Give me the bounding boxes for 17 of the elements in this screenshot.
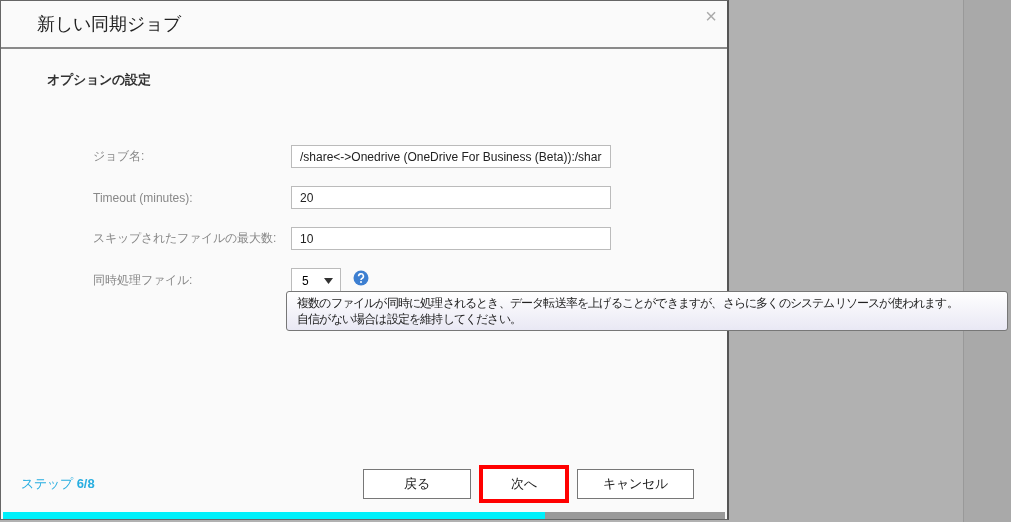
dialog-title: 新しい同期ジョブ bbox=[37, 13, 181, 36]
text-field[interactable]: 20 bbox=[291, 186, 611, 209]
field-label: 同時処理ファイル: bbox=[93, 272, 194, 289]
text-field[interactable]: /share<->Onedrive (OneDrive For Business (Beta)):/shar bbox=[291, 145, 611, 168]
caret-icon bbox=[324, 277, 333, 284]
field-label: スキップされたファイルの最大数: bbox=[93, 230, 278, 247]
field-label: Timeout (minutes): bbox=[93, 190, 194, 205]
dialog-button[interactable]: 次へ bbox=[479, 465, 569, 503]
dropdown[interactable]: 5 bbox=[291, 268, 341, 293]
step-indicator: ステップ 6/8 bbox=[21, 475, 95, 493]
text-field[interactable]: 10 bbox=[291, 227, 611, 250]
dialog-button[interactable]: 戻る bbox=[363, 469, 471, 499]
field-label: ジョブ名: bbox=[93, 148, 146, 165]
dialog-button[interactable]: キャンセル bbox=[577, 469, 694, 499]
tooltip: 複数のファイルが同時に処理されるとき、データ転送率を上げることができますが、さらに多くのシステムリソースが使われます。 自信がない場合は設定を維持してください。 bbox=[286, 291, 1008, 331]
section-title: オプションの設定 bbox=[47, 71, 152, 89]
help-icon[interactable] bbox=[353, 269, 369, 286]
